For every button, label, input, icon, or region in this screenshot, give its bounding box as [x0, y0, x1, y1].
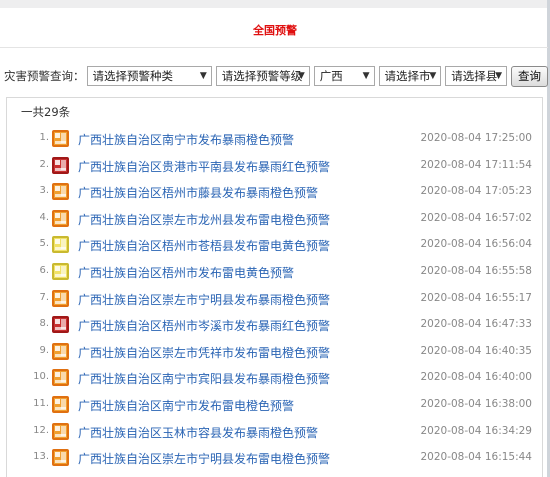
- warning-timestamp: 2020-08-04 16:47:33: [420, 318, 532, 331]
- thunder-orange-warning-icon: [52, 342, 69, 360]
- warning-timestamp: 2020-08-04 17:05:23: [420, 185, 532, 198]
- warning-title-link[interactable]: 广西壮族自治区崇左市宁明县发布雷电橙色预警: [78, 450, 330, 467]
- chevron-down-icon: ▼: [362, 71, 370, 81]
- thunder-orange-warning-icon: [52, 449, 69, 467]
- list-item: 9. 广西壮族自治区崇左市凭祥市发布雷电橙色预警 2020-08-04 16:40:…: [7, 340, 542, 366]
- item-number: 6.: [39, 265, 49, 276]
- warning-timestamp: 2020-08-04 16:15:44: [420, 451, 532, 464]
- list-item: 6. 广西壮族自治区梧州市发布雷电黄色预警 2020-08-04 16:55:58: [7, 260, 542, 286]
- filter-bar: 灾害预警查询： 请选择预警种类 ▼ 请选择预警等级 ▼ 广西 ▼ 请选择市 ▼ …: [0, 64, 548, 88]
- item-number: 9.: [39, 344, 49, 356]
- warning-timestamp: 2020-08-04 16:40:00: [420, 371, 532, 384]
- warning-title-link[interactable]: 广西壮族自治区梧州市发布雷电黄色预警: [78, 264, 294, 281]
- list-item: 11. 广西壮族自治区南宁市发布雷电橙色预警 2020-08-04 16:38:00: [7, 393, 542, 419]
- item-number: 12.: [33, 424, 49, 436]
- top-strip: [0, 0, 550, 8]
- rainstorm-orange-warning-icon: [52, 369, 69, 387]
- rainstorm-orange-warning-icon: [52, 183, 69, 201]
- warning-title-link[interactable]: 广西壮族自治区南宁市发布暴雨橙色预警: [78, 131, 294, 148]
- warning-title-link[interactable]: 广西壮族自治区崇左市龙州县发布雷电橙色预警: [78, 211, 330, 228]
- warning-title-link[interactable]: 广西壮族自治区崇左市宁明县发布暴雨橙色预警: [78, 291, 330, 308]
- chevron-down-icon: ▼: [199, 71, 207, 81]
- item-number: 5.: [39, 238, 49, 250]
- thunder-orange-warning-icon: [52, 209, 69, 227]
- county-select[interactable]: 请选择县 ▼: [445, 66, 507, 86]
- province-value: 广西: [319, 69, 343, 83]
- result-count: 一共29条: [21, 105, 71, 119]
- warning-title-link[interactable]: 广西壮族自治区南宁市宾阳县发布暴雨橙色预警: [78, 370, 330, 387]
- warning-timestamp: 2020-08-04 16:56:04: [420, 238, 532, 251]
- city-value: 请选择市: [384, 69, 431, 83]
- warning-level-value: 请选择预警等级: [221, 69, 303, 83]
- list-item: 4. 广西壮族自治区崇左市龙州县发布雷电橙色预警 2020-08-04 16:57:…: [7, 207, 542, 233]
- rainstorm-orange-warning-icon: [52, 422, 69, 440]
- city-select[interactable]: 请选择市 ▼: [378, 66, 442, 86]
- county-value: 请选择县: [451, 69, 498, 83]
- rainstorm-red-warning-icon: [52, 156, 69, 174]
- chevron-down-icon: ▼: [429, 71, 437, 81]
- warning-title-link[interactable]: 广西壮族自治区贵港市平南县发布暴雨红色预警: [78, 158, 330, 175]
- item-number: 13.: [33, 451, 49, 463]
- list-item: 3. 广西壮族自治区梧州市藤县发布暴雨橙色预警 2020-08-04 17:05:2…: [7, 180, 542, 206]
- list-item: 7. 广西壮族自治区崇左市宁明县发布暴雨橙色预警 2020-08-04 16:55:…: [7, 287, 542, 313]
- warning-title-link[interactable]: 广西壮族自治区南宁市发布雷电橙色预警: [78, 397, 294, 414]
- rainstorm-orange-warning-icon: [52, 130, 69, 147]
- warning-type-value: 请选择预警种类: [92, 69, 174, 83]
- thunder-yellow-warning-icon: [52, 263, 69, 280]
- item-number: 11.: [33, 398, 49, 409]
- warning-timestamp: 2020-08-04 17:25:00: [420, 132, 532, 144]
- warning-title-link[interactable]: 广西壮族自治区梧州市藤县发布暴雨橙色预警: [78, 184, 318, 201]
- item-number: 1.: [39, 132, 49, 143]
- query-button[interactable]: 查询: [511, 65, 548, 87]
- item-number: 3.: [39, 185, 49, 197]
- warning-timestamp: 2020-08-04 16:57:02: [420, 211, 532, 224]
- list-item: 5. 广西壮族自治区梧州市苍梧县发布雷电黄色预警 2020-08-04 16:56:…: [7, 233, 542, 259]
- rainstorm-orange-warning-icon: [52, 289, 69, 307]
- warning-title-link[interactable]: 广西壮族自治区梧州市岑溪市发布暴雨红色预警: [78, 317, 330, 334]
- list-item: 8. 广西壮族自治区梧州市岑溪市发布暴雨红色预警 2020-08-04 16:47:…: [7, 313, 542, 339]
- list-item: 12. 广西壮族自治区玉林市容县发布暴雨橙色预警 2020-08-04 16:34:…: [7, 420, 542, 446]
- list-item: 1. 广西壮族自治区南宁市发布暴雨橙色预警 2020-08-04 17:25:00: [7, 127, 542, 153]
- chevron-down-icon: ▼: [495, 71, 502, 81]
- item-number: 10.: [33, 371, 49, 383]
- thunder-orange-warning-icon: [52, 396, 69, 413]
- filter-label: 灾害预警查询：: [4, 69, 85, 83]
- warning-title-link[interactable]: 广西壮族自治区梧州市苍梧县发布雷电黄色预警: [78, 237, 330, 254]
- province-select[interactable]: 广西 ▼: [313, 66, 375, 86]
- page-title: 全国预警: [253, 24, 297, 37]
- warning-timestamp: 2020-08-04 16:55:58: [420, 265, 532, 277]
- item-number: 7.: [39, 291, 49, 303]
- chevron-down-icon: ▼: [297, 71, 305, 81]
- item-number: 8.: [39, 318, 49, 330]
- warning-timestamp: 2020-08-04 16:40:35: [420, 344, 532, 357]
- rainstorm-red-warning-icon: [52, 316, 69, 334]
- list-item: 2. 广西壮族自治区贵港市平南县发布暴雨红色预警 2020-08-04 17:11:…: [7, 154, 542, 180]
- warning-title-link[interactable]: 广西壮族自治区玉林市容县发布暴雨橙色预警: [78, 424, 318, 441]
- list-item: 13. 广西壮族自治区崇左市宁明县发布雷电橙色预警 2020-08-04 16:15…: [7, 446, 542, 472]
- warning-list-panel: 一共29条 1. 广西壮族自治区南宁市发布暴雨橙色预警 2020-08-04 17:…: [6, 97, 543, 477]
- list-item: 10. 广西壮族自治区南宁市宾阳县发布暴雨橙色预警 2020-08-04 16:40…: [7, 366, 542, 392]
- item-number: 4.: [39, 211, 49, 223]
- warning-title-link[interactable]: 广西壮族自治区崇左市凭祥市发布雷电橙色预警: [78, 344, 330, 361]
- warning-type-select[interactable]: 请选择预警种类 ▼: [86, 66, 212, 86]
- divider: [0, 47, 548, 48]
- warning-timestamp: 2020-08-04 17:11:54: [420, 158, 532, 171]
- item-number: 2.: [39, 158, 49, 170]
- thunder-yellow-warning-icon: [52, 236, 69, 254]
- warning-timestamp: 2020-08-04 16:34:29: [420, 424, 532, 437]
- warning-timestamp: 2020-08-04 16:55:17: [420, 291, 532, 304]
- warning-level-select[interactable]: 请选择预警等级 ▼: [215, 66, 310, 86]
- warning-timestamp: 2020-08-04 16:38:00: [420, 398, 532, 410]
